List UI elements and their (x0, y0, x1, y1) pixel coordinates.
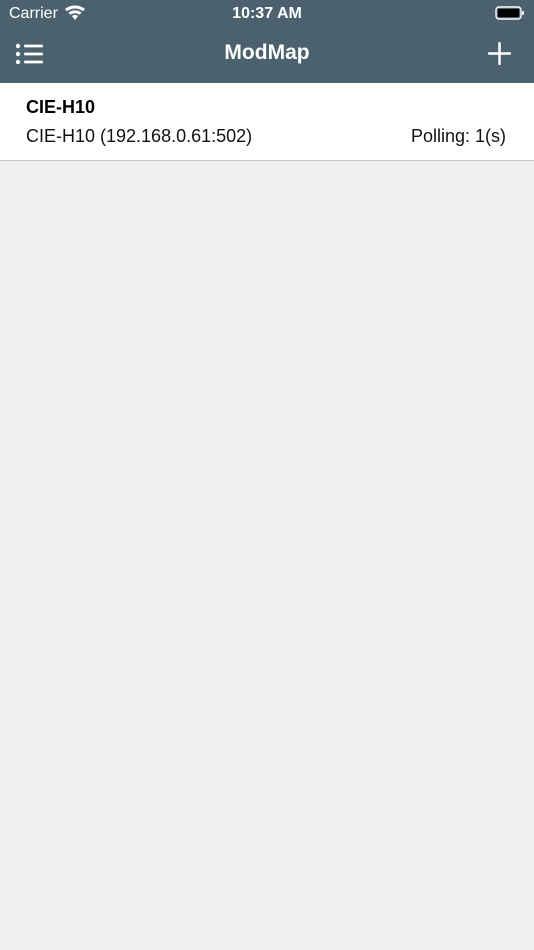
plus-icon (488, 42, 511, 65)
polling-interval: Polling: 1(s) (410, 126, 506, 146)
add-connection-button[interactable] (487, 41, 512, 66)
status-bar: Carrier 10:37 AM (0, 0, 534, 28)
connection-list: CIE-H10 CIE-H10 (192.168.0.61:502) Polli… (0, 83, 534, 161)
connection-row[interactable]: CIE-H10 CIE-H10 (192.168.0.61:502) Polli… (0, 83, 534, 161)
battery-icon (495, 6, 525, 20)
connection-name: CIE-H10 (26, 97, 96, 117)
app-header: Carrier 10:37 AM ModMap (0, 0, 534, 83)
navigation-bar: ModMap (0, 28, 534, 83)
status-time: 10:37 AM (232, 5, 302, 22)
page-title: ModMap (224, 41, 310, 64)
connection-address: CIE-H10 (192.168.0.61:502) (26, 126, 253, 146)
